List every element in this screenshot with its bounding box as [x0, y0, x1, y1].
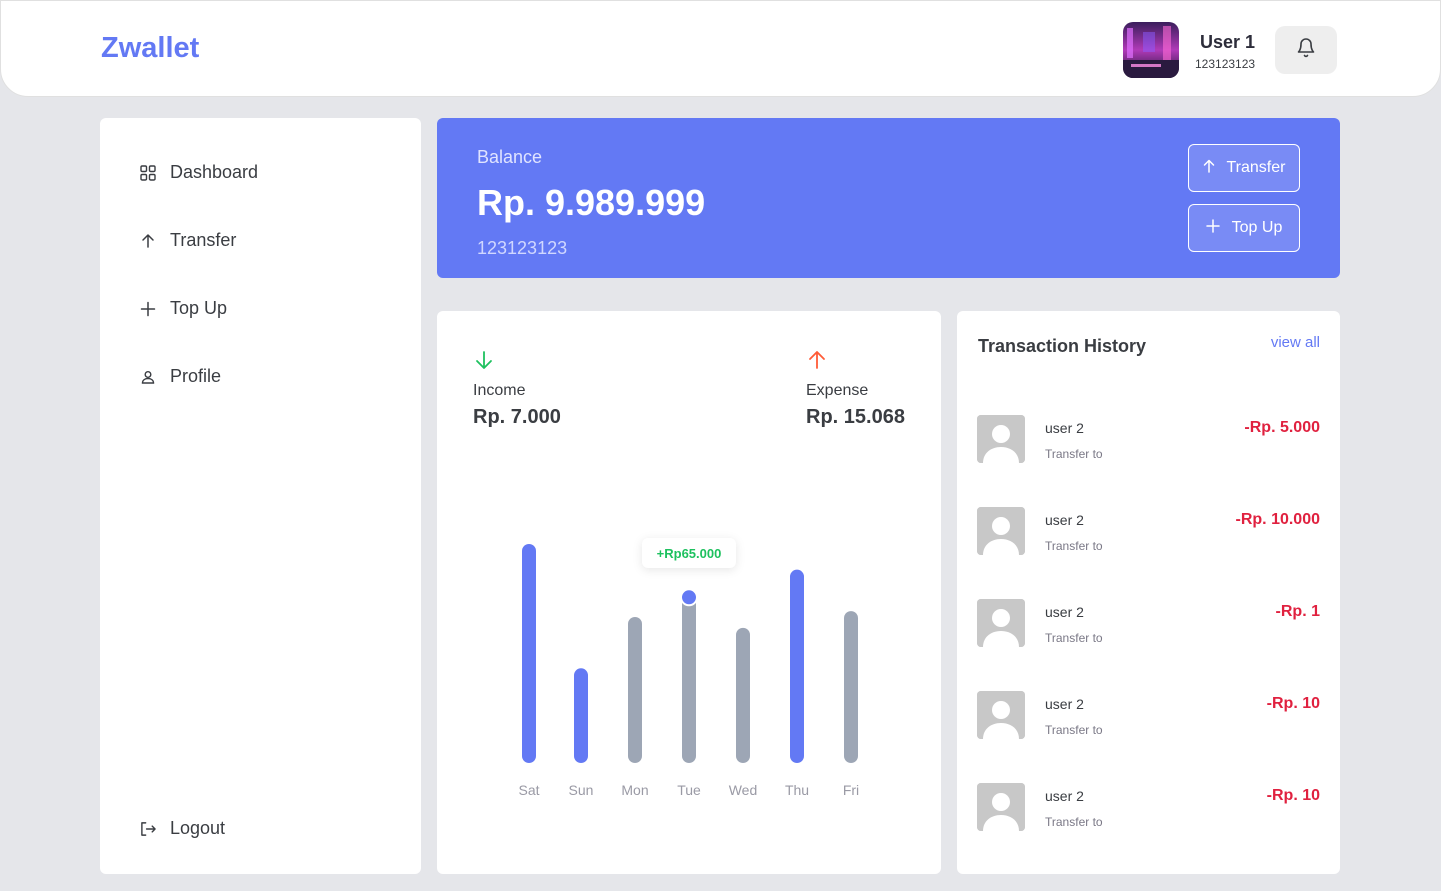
chart-bar-sun[interactable]: [574, 668, 588, 763]
user-icon: [140, 369, 156, 385]
chart-bar-wed[interactable]: [736, 627, 750, 763]
income-expense-card: Income Rp. 7.000 Expense Rp. 15.068 Sat S…: [437, 311, 941, 874]
chart-bar-mon[interactable]: [628, 617, 642, 763]
chart-x-label: Mon: [621, 782, 648, 798]
chart-bar-tue[interactable]: [682, 595, 696, 763]
grid-icon: [140, 164, 156, 181]
logout-icon: [140, 821, 156, 837]
chart-highlight-dot: [680, 588, 698, 607]
sidebar-item-label: Dashboard: [170, 162, 259, 182]
default-avatar-icon: [977, 507, 1025, 555]
transaction-amount: -Rp. 10: [1266, 695, 1320, 712]
sidebar-item-topup[interactable]: Top Up: [140, 298, 227, 319]
default-avatar-icon: [977, 599, 1025, 647]
chart-x-label: Sun: [569, 782, 594, 798]
logout-button[interactable]: Logout: [140, 818, 225, 839]
notification-button[interactable]: [1275, 26, 1337, 74]
chart-bar-sat[interactable]: [522, 544, 536, 763]
chart-x-label: Thu: [785, 782, 809, 798]
transaction-row[interactable]: user 2 Transfer to -Rp. 10.000: [977, 507, 1320, 557]
transaction-row[interactable]: user 2 Transfer to -Rp. 10: [977, 691, 1320, 741]
transaction-name: user 2: [1045, 512, 1084, 528]
sidebar-item-profile[interactable]: Profile: [140, 366, 221, 387]
sidebar-item-dashboard[interactable]: Dashboard: [140, 162, 258, 183]
balance-card: Balance Rp. 9.989.999 123123123 Transfer…: [437, 118, 1340, 278]
sidebar-item-label: Transfer: [170, 230, 237, 250]
default-avatar-icon: [977, 415, 1025, 463]
transaction-type: Transfer to: [1045, 447, 1103, 461]
user-avatar[interactable]: [1123, 22, 1179, 78]
logout-label: Logout: [170, 818, 226, 838]
transaction-amount: -Rp. 10: [1266, 787, 1320, 804]
sidebar-item-label: Top Up: [170, 298, 228, 318]
transaction-amount: -Rp. 5.000: [1244, 419, 1320, 436]
transaction-type: Transfer to: [1045, 815, 1103, 829]
user-phone: 123123123: [1195, 57, 1256, 71]
transaction-type: Transfer to: [1045, 631, 1103, 645]
arrow-up-icon: [140, 233, 156, 249]
default-avatar-icon: [977, 691, 1025, 739]
transaction-history-card: Transaction History view all user 2 Trans…: [957, 311, 1340, 874]
plus-icon: [1205, 218, 1220, 238]
plus-icon: [140, 301, 156, 317]
user-name: User 1: [1200, 32, 1256, 52]
transaction-name: user 2: [1045, 696, 1084, 712]
weekly-bar-chart: Sat Sun Mon Tue Wed Thu Fri: [518, 544, 859, 798]
transaction-row[interactable]: user 2 Transfer to -Rp. 5.000: [977, 415, 1320, 465]
transfer-button[interactable]: Transfer: [1188, 144, 1300, 192]
transaction-amount: -Rp. 1: [1275, 603, 1320, 620]
default-avatar-icon: [977, 783, 1025, 831]
top-header: Zwallet User 1 123123123: [0, 0, 1441, 97]
chart-x-label: Tue: [677, 782, 701, 798]
transaction-name: user 2: [1045, 420, 1084, 436]
transaction-type: Transfer to: [1045, 723, 1103, 737]
transaction-row[interactable]: user 2 Transfer to -Rp. 10: [977, 783, 1320, 833]
chart-tooltip: +Rp65.000: [642, 538, 736, 568]
chart-x-label: Fri: [843, 782, 859, 798]
topup-button-label: Top Up: [1231, 219, 1283, 236]
bell-icon: [1296, 37, 1316, 64]
transaction-amount: -Rp. 10.000: [1235, 511, 1320, 528]
sidebar-item-label: Profile: [170, 366, 222, 386]
chart-bar-fri[interactable]: [844, 611, 858, 763]
transaction-history-title: Transaction History: [978, 336, 1147, 356]
app-logo[interactable]: Zwallet: [101, 32, 199, 65]
chart-x-label: Sat: [518, 782, 539, 798]
chart-x-label: Wed: [729, 782, 758, 798]
transaction-type: Transfer to: [1045, 539, 1103, 553]
transaction-name: user 2: [1045, 604, 1084, 620]
view-all-link[interactable]: view all: [1271, 334, 1320, 351]
transaction-row[interactable]: user 2 Transfer to -Rp. 1: [977, 599, 1320, 649]
balance-amount: Rp. 9.989.999: [477, 182, 706, 223]
transfer-button-label: Transfer: [1226, 159, 1286, 176]
balance-phone: 123123123: [477, 238, 568, 258]
chart-bar-thu[interactable]: [790, 569, 804, 763]
sidebar: Dashboard Transfer Top Up Profile Logout: [100, 118, 421, 874]
sidebar-item-transfer[interactable]: Transfer: [140, 230, 236, 251]
topup-button[interactable]: Top Up: [1188, 204, 1300, 252]
arrow-up-icon: [1203, 159, 1215, 178]
balance-label: Balance: [477, 147, 543, 167]
transaction-name: user 2: [1045, 788, 1084, 804]
